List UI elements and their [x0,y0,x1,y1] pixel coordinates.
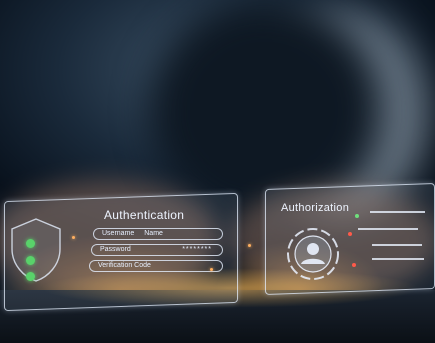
data-line [372,244,422,246]
username-label: Username [102,230,135,237]
scene: Authentication Username Name Password **… [0,0,435,343]
username-value: Name [144,230,163,237]
alert-dot [352,263,356,267]
authentication-title: Authentication [104,208,185,222]
data-line [370,211,425,213]
username-field[interactable]: Username Name [93,228,223,240]
shield-icon [11,218,61,282]
spark [72,236,75,239]
password-field[interactable]: Password ******** [91,244,223,256]
spark [210,268,213,271]
password-label: Password [100,246,131,253]
user-icon [287,228,339,280]
password-value: ******** [182,246,212,253]
status-check-icon [26,272,35,281]
data-line [372,258,424,260]
status-dot [355,214,359,218]
authorization-title: Authorization [281,202,350,214]
verification-code-label: Verification Code [98,262,151,269]
status-check-icon [26,256,35,265]
spark [248,244,251,247]
data-line [358,228,418,230]
alert-dot [348,232,352,236]
status-check-icon [26,239,35,248]
verification-code-field[interactable]: Verification Code [89,260,223,272]
